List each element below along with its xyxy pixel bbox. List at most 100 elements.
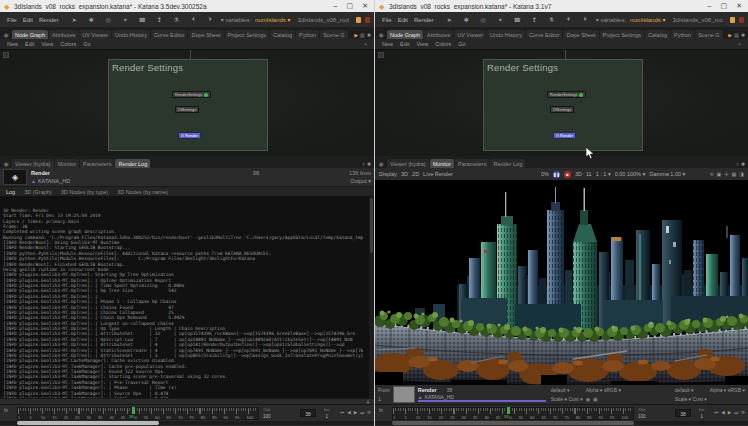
log-filter[interactable]: 3D Nodes (by name) xyxy=(117,189,168,195)
stop-render-icon[interactable] xyxy=(365,17,370,23)
toolbar-icon[interactable]: ⏵ xyxy=(206,16,215,23)
node-rendersettings[interactable]: RenderSettings xyxy=(172,91,211,98)
ng-menu-item[interactable]: View xyxy=(42,41,54,47)
node-port-dot[interactable] xyxy=(579,93,583,97)
stop-render-icon[interactable] xyxy=(739,17,744,23)
menu-item[interactable]: Edit xyxy=(20,17,36,23)
toolbar-icon[interactable]: ◎ xyxy=(104,16,113,23)
toolbar-icon[interactable]: ⚗ xyxy=(547,16,556,23)
current-frame-field[interactable]: 38 xyxy=(300,409,316,417)
transport-button[interactable]: ⏭ xyxy=(734,410,738,415)
ng-menu-item[interactable]: Go xyxy=(83,41,90,47)
aov-count[interactable]: 11 xyxy=(586,171,592,177)
pane-menu-icon[interactable]: ◉ xyxy=(1,31,11,39)
display-dropdown[interactable]: Display xyxy=(379,171,397,177)
gear-icon[interactable]: ✱ xyxy=(367,161,371,167)
nodegraph-canvas-left[interactable]: Render Settings RenderSettings DlSetting… xyxy=(0,49,374,156)
minimize-icon[interactable]: – xyxy=(708,2,712,10)
ng-menu-item[interactable]: New xyxy=(7,41,18,47)
node-dlsettings[interactable]: DlSettings xyxy=(550,106,574,113)
transport-button[interactable]: ⟳ xyxy=(741,410,745,415)
close-icon[interactable]: ✕ xyxy=(736,2,742,10)
pane-tab[interactable]: Render Log xyxy=(115,159,150,168)
scale-dropdown[interactable]: Scale ▾ Cust ▾ xyxy=(551,396,583,402)
transport-button[interactable]: ▶ xyxy=(354,410,357,415)
view2-dropdown[interactable]: default ▾ xyxy=(675,387,707,393)
pause-render-button[interactable]: ❚❚ xyxy=(553,171,560,178)
pane-tab[interactable]: Curve Editor xyxy=(151,30,188,39)
pane-tab[interactable]: Monitor xyxy=(55,159,79,168)
toolbar-icon[interactable]: ❢ xyxy=(530,16,539,23)
ng-menu-item[interactable]: Go xyxy=(458,41,465,47)
pane-tab[interactable]: Scene G xyxy=(320,30,347,39)
pin-icon[interactable]: ▿ xyxy=(736,161,739,167)
menu-item[interactable]: Edit xyxy=(395,17,411,23)
ng-menu-item[interactable]: View xyxy=(417,41,429,47)
pane-tab[interactable]: Project Settings xyxy=(600,30,645,39)
live-render-button[interactable]: Live Render xyxy=(423,171,453,177)
monitor-icon[interactable]: ▣ xyxy=(717,171,722,177)
nodegraph-canvas-right[interactable]: Render Settings RenderSettings DlSetting… xyxy=(375,49,748,156)
pane-tab[interactable]: Monitor xyxy=(430,159,454,168)
magnet-icon[interactable]: ⌖ xyxy=(364,41,367,48)
gear-icon[interactable]: ✱ xyxy=(741,161,745,167)
timeline-scroll-handle[interactable] xyxy=(392,421,634,425)
pane-tab[interactable]: Attributes xyxy=(49,30,78,39)
close-icon[interactable]: ✕ xyxy=(362,2,368,10)
transport-button[interactable]: ◀ xyxy=(721,410,724,415)
node-render[interactable]: Render xyxy=(553,132,576,139)
current-frame-field[interactable]: 38 xyxy=(675,409,691,417)
ng-menu-item[interactable]: Edit xyxy=(25,41,34,47)
pane-tab[interactable]: Parameters xyxy=(455,159,489,168)
frame-ruler[interactable]: 1510152025303540455055606570758085909510… xyxy=(392,407,634,420)
gamma-dropdown[interactable]: Gamma 1.00 ▾ xyxy=(649,171,685,177)
view-dropdown[interactable]: default ▾ xyxy=(551,387,583,393)
minimize-icon[interactable]: – xyxy=(334,2,338,10)
stop-render-button[interactable]: ■ xyxy=(564,171,571,178)
toolbar-icon[interactable]: ✱ xyxy=(87,16,96,23)
mode-2d-button[interactable]: 2D xyxy=(412,171,419,177)
playhead[interactable] xyxy=(507,407,510,414)
zoom-dropdown[interactable]: 1 : 1 ▾ xyxy=(596,171,611,177)
tab-overflow-icon[interactable]: ▶ xyxy=(728,32,732,38)
output-dropdown[interactable]: Output ▾ xyxy=(350,178,371,184)
log-filter[interactable]: 3D (Graph) xyxy=(24,189,52,195)
pane-tab[interactable]: Project Settings xyxy=(225,30,270,39)
log-filter[interactable]: Log xyxy=(6,189,15,195)
pane-menu-icon[interactable]: ◉ xyxy=(376,31,386,39)
magnet-icon[interactable]: ⌖ xyxy=(738,41,741,48)
split-icon[interactable]: ▥ xyxy=(734,32,739,38)
toolbar-icon[interactable]: ➤ xyxy=(70,16,79,23)
transport-button[interactable]: ⏮ xyxy=(340,410,344,415)
pane-tab[interactable]: Attributes xyxy=(424,30,453,39)
pane-tab[interactable]: UV Viewer xyxy=(79,30,111,39)
ng-menu-item[interactable]: Edit xyxy=(400,41,409,47)
out-field[interactable]: Out100 xyxy=(638,407,646,419)
monitor-viewport[interactable] xyxy=(375,180,748,385)
mode-3d-button[interactable]: 3D xyxy=(401,171,408,177)
pane-tab[interactable]: Render Log xyxy=(490,159,525,168)
monitor-icon[interactable]: ◨ xyxy=(739,171,744,177)
log-filter[interactable]: 3D Nodes (by type) xyxy=(61,189,108,195)
pane-tab[interactable]: Curve Editor xyxy=(526,30,563,39)
pane-menu-icon[interactable]: ◉ xyxy=(1,160,11,168)
menu-item[interactable]: Render xyxy=(36,17,62,23)
playhead[interactable] xyxy=(132,407,135,414)
gear-icon[interactable]: ✱ xyxy=(741,32,745,38)
pane-menu-icon[interactable]: ◉ xyxy=(376,160,386,168)
channels2-dropdown[interactable]: Alpha ▾ sRGB ▾ xyxy=(710,387,745,393)
toolbar-icon[interactable]: ◎ xyxy=(479,16,488,23)
transport-button[interactable]: ▶ xyxy=(728,410,731,415)
timeline-scrollbar[interactable] xyxy=(375,421,748,425)
pane-tab[interactable]: Scene G xyxy=(695,30,722,39)
node-port-dot[interactable] xyxy=(204,93,208,97)
transport-button[interactable]: ⟳ xyxy=(367,410,371,415)
monitor-icon[interactable]: ✛ xyxy=(724,171,728,177)
pane-tab[interactable]: Viewer (hydra) xyxy=(12,159,54,168)
frame-ruler[interactable]: 1510152025303540455055606570758085909510… xyxy=(17,407,259,420)
menu-item[interactable]: File xyxy=(379,17,395,23)
variables-value-dropdown[interactable]: numIslands ▾ xyxy=(630,16,665,23)
variables-value-dropdown[interactable]: numIslands ▾ xyxy=(255,16,290,23)
inc-field[interactable]: Inc1 xyxy=(699,407,705,419)
pane-tab[interactable]: Dope Sheet xyxy=(188,30,223,39)
